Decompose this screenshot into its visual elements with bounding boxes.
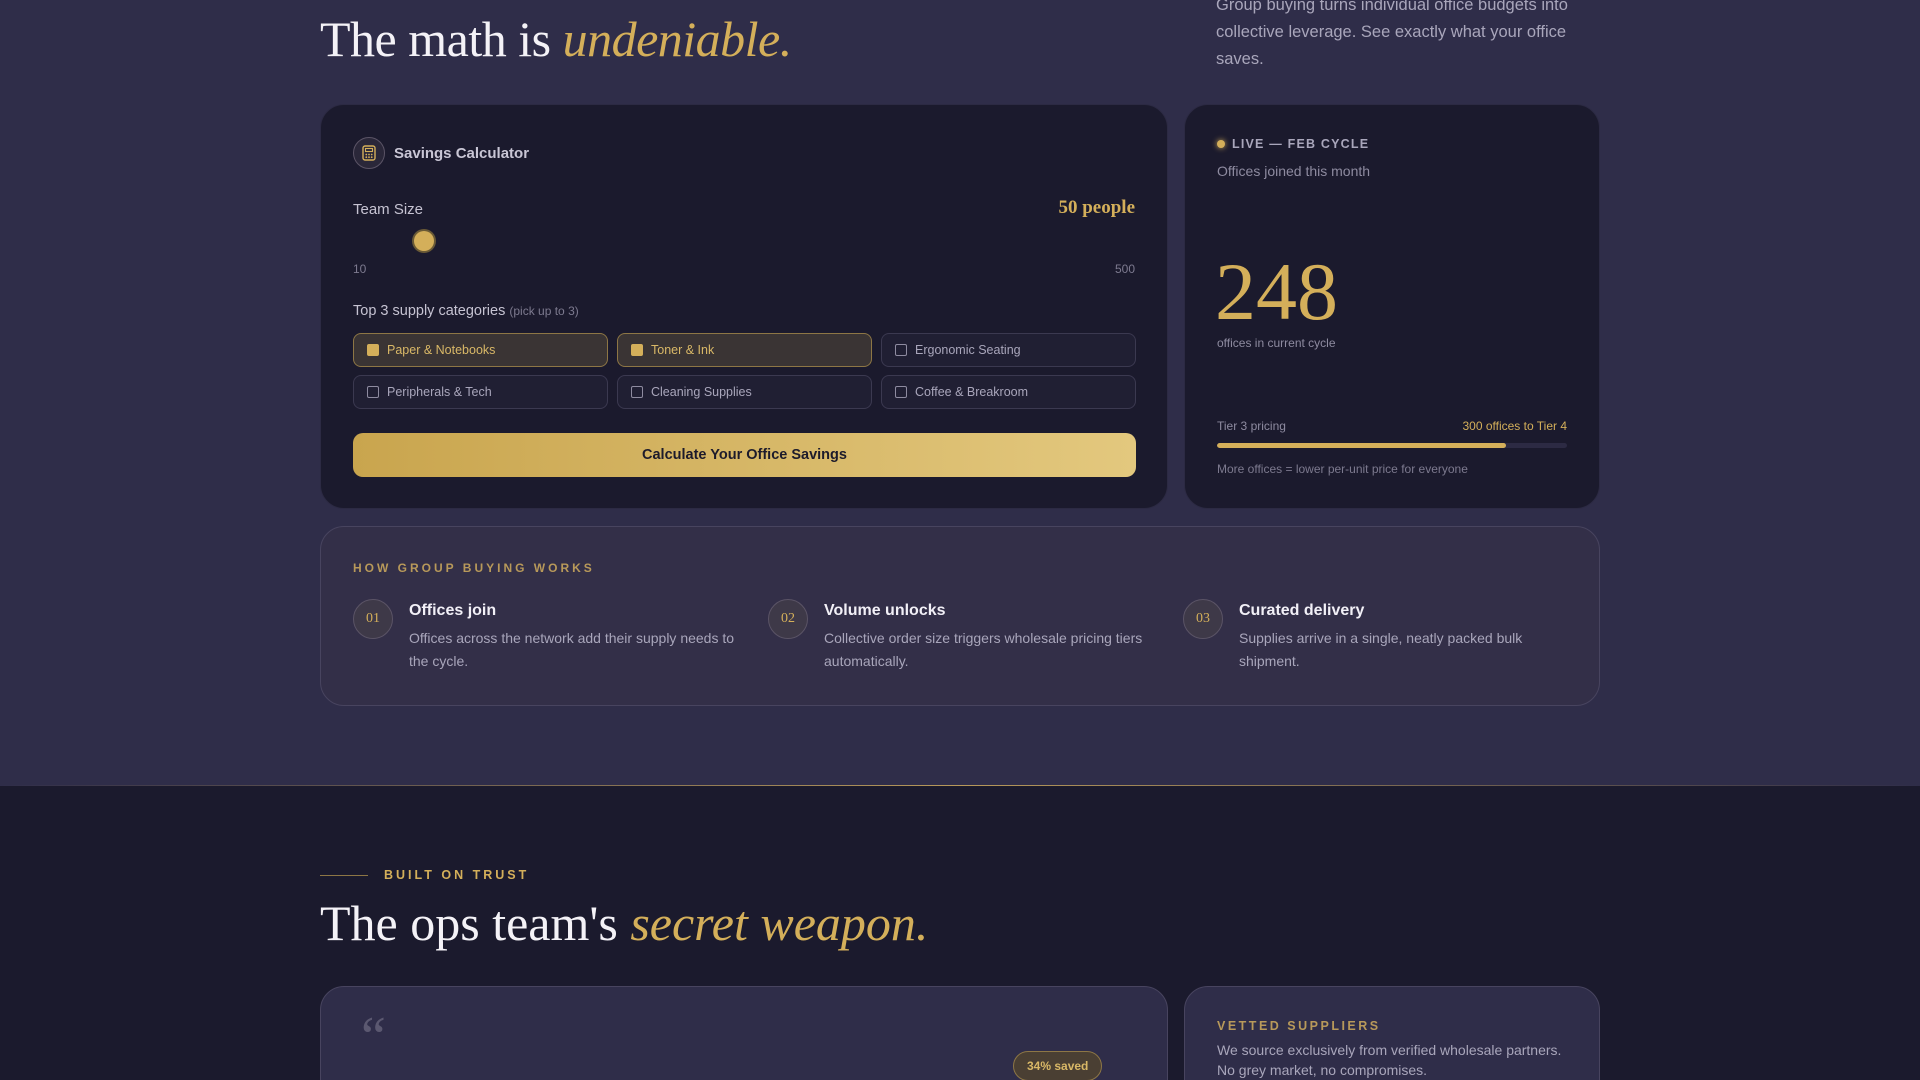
step-description: Offices across the network add their sup… (409, 630, 735, 669)
category-chip-paper[interactable]: Paper & Notebooks (353, 333, 608, 367)
checkbox-icon (631, 344, 643, 356)
chip-label: Cleaning Supplies (651, 385, 752, 399)
calculator-header: Savings Calculator (353, 137, 529, 169)
category-chip-cleaning[interactable]: Cleaning Supplies (617, 375, 872, 409)
vetted-title: VETTED SUPPLIERS (1217, 1019, 1381, 1033)
heading-accent: undeniable. (562, 11, 793, 67)
chip-label: Paper & Notebooks (387, 343, 496, 357)
heading-accent: secret weapon. (630, 895, 929, 951)
step-number: 01 (353, 599, 393, 639)
live-subtitle: Offices joined this month (1217, 163, 1371, 179)
trust-heading: The ops team's secret weapon. (320, 894, 928, 952)
live-dot-icon (1217, 140, 1225, 148)
savings-calculator-card: Savings Calculator Team Size 50 people 1… (320, 104, 1168, 509)
step-description: Collective order size triggers wholesale… (824, 630, 1143, 669)
calculator-title: Savings Calculator (394, 144, 530, 162)
slider-min-label: 10 (353, 262, 367, 276)
heading-text: The math is (320, 11, 563, 67)
calculator-icon (353, 137, 385, 169)
step-description: Supplies arrive in a single, neatly pack… (1239, 630, 1523, 669)
step-number: 03 (1183, 599, 1223, 639)
step-number: 02 (768, 599, 808, 639)
eyebrow-text: BUILT ON TRUST (384, 868, 530, 882)
tier-note: More offices = lower per-unit price for … (1217, 462, 1468, 476)
checkbox-icon (367, 344, 379, 356)
trust-section: BUILT ON TRUST The ops team's secret wea… (0, 786, 1920, 1080)
tier-next: 300 offices to Tier 4 (1462, 419, 1567, 433)
pricing-section: The math is undeniable. Group buying tur… (0, 0, 1920, 786)
live-tag: LIVE — FEB CYCLE (1217, 137, 1369, 151)
eyebrow-line (320, 874, 368, 876)
tier-label: Tier 3 pricing (1217, 419, 1286, 433)
team-size-label: Team Size (353, 201, 424, 218)
quote-icon: “ (361, 1006, 386, 1068)
team-size-slider-thumb[interactable] (414, 231, 434, 251)
step-item: 03 Curated delivery Supplies arrive in a … (1183, 599, 1598, 673)
section-intro: Group buying turns individual office bud… (1216, 0, 1568, 68)
vetted-description: We source exclusively from verified whol… (1217, 1042, 1562, 1078)
categories-label-text: Top 3 supply categories (353, 303, 506, 319)
live-cycle-card: LIVE — FEB CYCLE Offices joined this mon… (1184, 104, 1600, 509)
checkbox-icon (631, 386, 643, 398)
category-chip-seating[interactable]: Ergonomic Seating (881, 333, 1136, 367)
checkbox-icon (895, 386, 907, 398)
tier-progress-bar (1217, 443, 1567, 448)
tier-progress-fill (1217, 443, 1507, 448)
checkbox-icon (895, 344, 907, 356)
category-chip-toner[interactable]: Toner & Ink (617, 333, 872, 367)
steps-list: 01 Offices join Offices across the networ… (353, 599, 1598, 673)
trust-eyebrow: BUILT ON TRUST (320, 868, 529, 882)
step-title: Offices join (409, 602, 497, 619)
step-title: Volume unlocks (824, 602, 946, 619)
chip-label: Ergonomic Seating (915, 343, 1021, 357)
category-chips: Paper & Notebooks Toner & Ink Ergonomic … (353, 333, 1136, 409)
section-heading: The math is undeniable. (320, 10, 792, 68)
testimonial-card: “ 34% saved (320, 986, 1168, 1080)
chip-label: Coffee & Breakroom (915, 385, 1029, 399)
categories-hint: (pick up to 3) (509, 304, 579, 318)
chip-label: Toner & Ink (651, 343, 715, 357)
slider-max-label: 500 (1114, 262, 1135, 276)
how-it-works-card: HOW GROUP BUYING WORKS 01 Offices join Of… (320, 526, 1600, 706)
checkbox-icon (367, 386, 379, 398)
how-title: HOW GROUP BUYING WORKS (353, 561, 595, 575)
offices-count: 248 (1215, 246, 1338, 337)
category-chip-peripherals[interactable]: Peripherals & Tech (353, 375, 608, 409)
category-chip-coffee[interactable]: Coffee & Breakroom (881, 375, 1136, 409)
live-tag-text: LIVE — FEB CYCLE (1232, 137, 1370, 151)
calculate-savings-button[interactable]: Calculate Your Office Savings (353, 433, 1136, 477)
step-item: 01 Offices join Offices across the networ… (353, 599, 768, 673)
step-title: Curated delivery (1239, 602, 1365, 619)
saved-badge: 34% saved (1013, 1051, 1103, 1080)
chip-label: Peripherals & Tech (387, 385, 492, 399)
heading-text: The ops team's (320, 895, 631, 951)
step-item: 02 Volume unlocks Collective order size t… (768, 599, 1183, 673)
vetted-suppliers-card: VETTED SUPPLIERS We source exclusively f… (1184, 986, 1600, 1080)
offices-count-caption: offices in current cycle (1217, 336, 1336, 350)
categories-label: Top 3 supply categories (pick up to 3) (353, 303, 579, 319)
team-size-value: 50 people (1058, 197, 1135, 218)
